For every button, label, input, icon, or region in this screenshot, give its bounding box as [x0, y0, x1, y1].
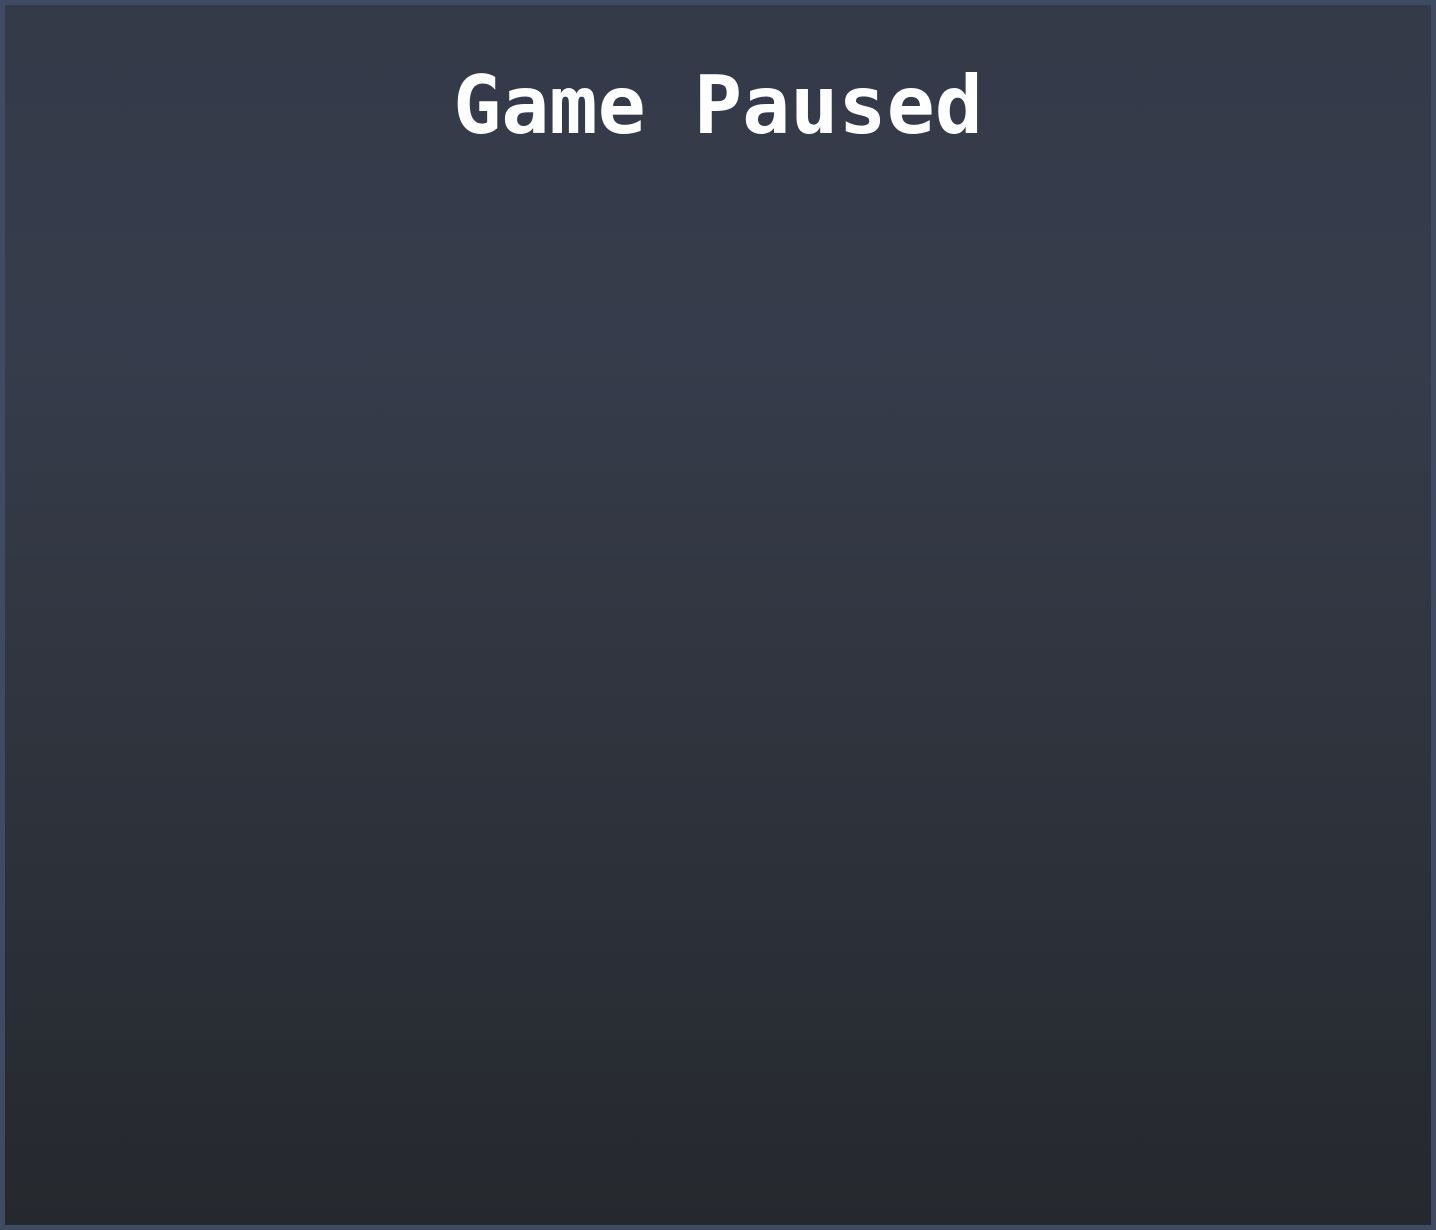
pause-screen: Game Paused	[0, 0, 1436, 1230]
pause-title: Game Paused	[453, 59, 983, 152]
